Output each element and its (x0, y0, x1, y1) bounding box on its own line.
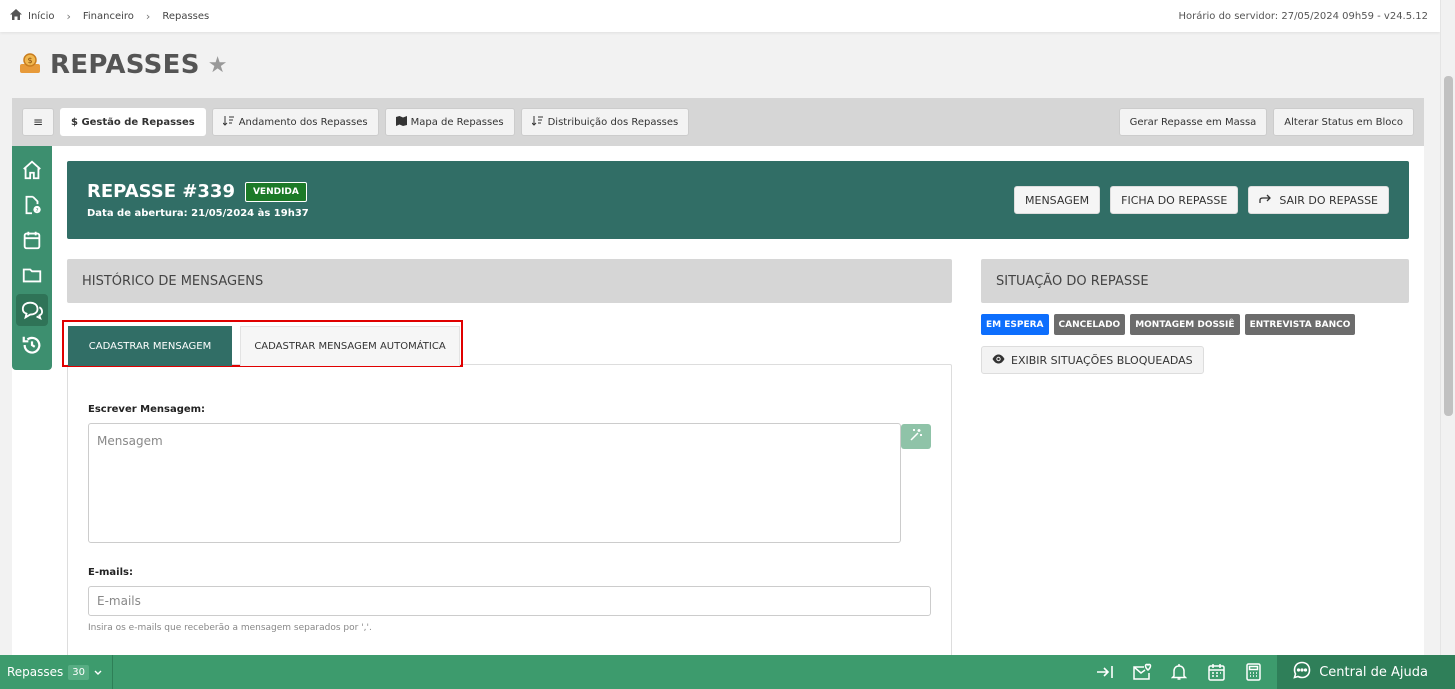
tab-andamento-repasses[interactable]: Andamento dos Repasses (211, 108, 379, 136)
tab-distribuicao-repasses[interactable]: Distribuição dos Repasses (520, 108, 690, 136)
tab-label: $ Gestão de Repasses (71, 116, 195, 128)
bulk-status-button[interactable]: Alterar Status em Bloco (1273, 108, 1414, 136)
svg-text:$: $ (27, 56, 32, 65)
mail-heart-icon[interactable] (1132, 662, 1152, 682)
eye-icon (992, 354, 1005, 367)
magic-wand-icon (909, 427, 923, 446)
sort-icon (531, 115, 544, 129)
side-nav: ? (12, 146, 52, 370)
message-form: Escrever Mensagem: Mensagem E-mails: E-m… (67, 364, 952, 664)
situation-badges: EM ESPERA CANCELADO MONTAGEM DOSSIÊ ENTR… (981, 314, 1356, 335)
home-icon[interactable] (10, 9, 22, 23)
bulk-repasse-button[interactable]: Gerar Repasse em Massa (1118, 108, 1268, 136)
situation-section-header: SITUAÇÃO DO REPASSE (981, 259, 1409, 303)
scrollbar[interactable] (1440, 0, 1455, 655)
tab-mapa-repasses[interactable]: Mapa de Repasses (384, 108, 515, 136)
bottom-icons (1095, 662, 1277, 682)
server-time: Horário do servidor: 27/05/2024 09h59 - … (1178, 10, 1428, 22)
message-label: Escrever Mensagem: (88, 404, 206, 415)
help-center-label: Central de Ajuda (1319, 664, 1428, 680)
folder-icon[interactable] (16, 259, 48, 291)
tab-label: Mapa de Repasses (410, 116, 504, 128)
page-title: $ REPASSES ★ (18, 50, 227, 80)
tab-register-auto-message[interactable]: CADASTRAR MENSAGEM AUTOMÁTICA (240, 326, 460, 366)
exit-repasse-label: SAIR DO REPASSE (1279, 193, 1378, 207)
message-button[interactable]: MENSAGEM (1014, 186, 1101, 214)
bell-icon[interactable] (1169, 662, 1189, 682)
module-tabs: ≡ $ Gestão de Repasses Andamento dos Rep… (12, 98, 1424, 146)
scrollbar-thumb[interactable] (1444, 76, 1453, 416)
situation-badge-cancelado[interactable]: CANCELADO (1053, 314, 1126, 335)
repasse-number: REPASSE #339 (87, 181, 235, 202)
top-bar: Início › Financeiro › Repasses Horário d… (0, 0, 1440, 32)
tab-label: Distribuição dos Repasses (547, 116, 679, 128)
history-section-header: HISTÓRICO DE MENSAGENS (67, 259, 952, 303)
star-icon[interactable]: ★ (208, 53, 228, 78)
situation-badge-entrevista-banco[interactable]: ENTREVISTA BANCO (1244, 314, 1356, 335)
repasses-label: Repasses (7, 665, 64, 679)
message-textarea[interactable]: Mensagem (88, 423, 901, 543)
exit-repasse-button[interactable]: SAIR DO REPASSE (1248, 186, 1389, 214)
home-icon[interactable] (16, 154, 48, 186)
emails-input[interactable]: E-mails (88, 586, 931, 616)
chat-bubble-icon (1293, 661, 1311, 683)
history-icon[interactable] (16, 329, 48, 361)
show-blocked-button[interactable]: EXIBIR SITUAÇÕES BLOQUEADAS (981, 346, 1204, 374)
calculator-icon[interactable] (1243, 662, 1263, 682)
status-badge: VENDIDA (244, 181, 307, 202)
menu-toggle-button[interactable]: ≡ (22, 108, 54, 136)
breadcrumb-repasses: Repasses (162, 10, 210, 22)
tab-label: Andamento dos Repasses (238, 116, 368, 128)
repasses-count: 30 (68, 664, 90, 680)
message-tabs-highlight: CADASTRAR MENSAGEM CADASTRAR MENSAGEM AU… (62, 320, 463, 367)
help-center-button[interactable]: Central de Ajuda (1277, 655, 1455, 689)
messages-icon[interactable] (16, 294, 48, 326)
calendar-icon[interactable] (16, 224, 48, 256)
magic-wand-button[interactable] (901, 424, 931, 449)
emails-hint: Insira os e-mails que receberão a mensag… (88, 623, 372, 633)
chevron-right-icon: › (145, 9, 151, 23)
document-info-icon[interactable]: ? (16, 189, 48, 221)
repasse-actions: MENSAGEM FICHA DO REPASSE SAIR DO REPASS… (1014, 186, 1389, 214)
situation-badge-em-espera[interactable]: EM ESPERA (981, 314, 1049, 335)
emails-label: E-mails: (88, 567, 133, 578)
collapse-right-icon[interactable] (1095, 662, 1115, 682)
page-title-text: REPASSES (50, 50, 200, 80)
opening-date: Data de abertura: 21/05/2024 às 19h37 (87, 208, 309, 219)
chevron-right-icon: › (66, 9, 71, 23)
show-blocked-label: EXIBIR SITUAÇÕES BLOQUEADAS (1011, 353, 1193, 367)
chevron-down-icon (94, 665, 102, 679)
repasse-sheet-button[interactable]: FICHA DO REPASSE (1110, 186, 1239, 214)
situation-badge-montagem-dossie[interactable]: MONTAGEM DOSSIÊ (1130, 314, 1240, 335)
tab-gestao-repasses[interactable]: $ Gestão de Repasses (60, 108, 206, 136)
repasse-title: REPASSE #339 VENDIDA (87, 181, 307, 202)
tab-register-message[interactable]: CADASTRAR MENSAGEM (68, 326, 232, 366)
sort-icon (222, 115, 235, 129)
svg-text:?: ? (36, 208, 39, 214)
share-arrow-icon (1259, 194, 1272, 207)
calendar-icon[interactable] (1206, 662, 1226, 682)
repasses-logo-icon: $ (18, 51, 42, 79)
repasses-counter[interactable]: Repasses 30 (0, 655, 114, 689)
breadcrumb-financeiro[interactable]: Financeiro (83, 11, 134, 22)
breadcrumb-home[interactable]: Início (28, 11, 54, 22)
breadcrumb: Início › Financeiro › Repasses (10, 9, 209, 23)
bottom-bar: Repasses 30 Central de Ajuda (0, 655, 1455, 689)
map-icon (395, 115, 407, 129)
repasse-header: REPASSE #339 VENDIDA Data de abertura: 2… (67, 161, 1409, 239)
